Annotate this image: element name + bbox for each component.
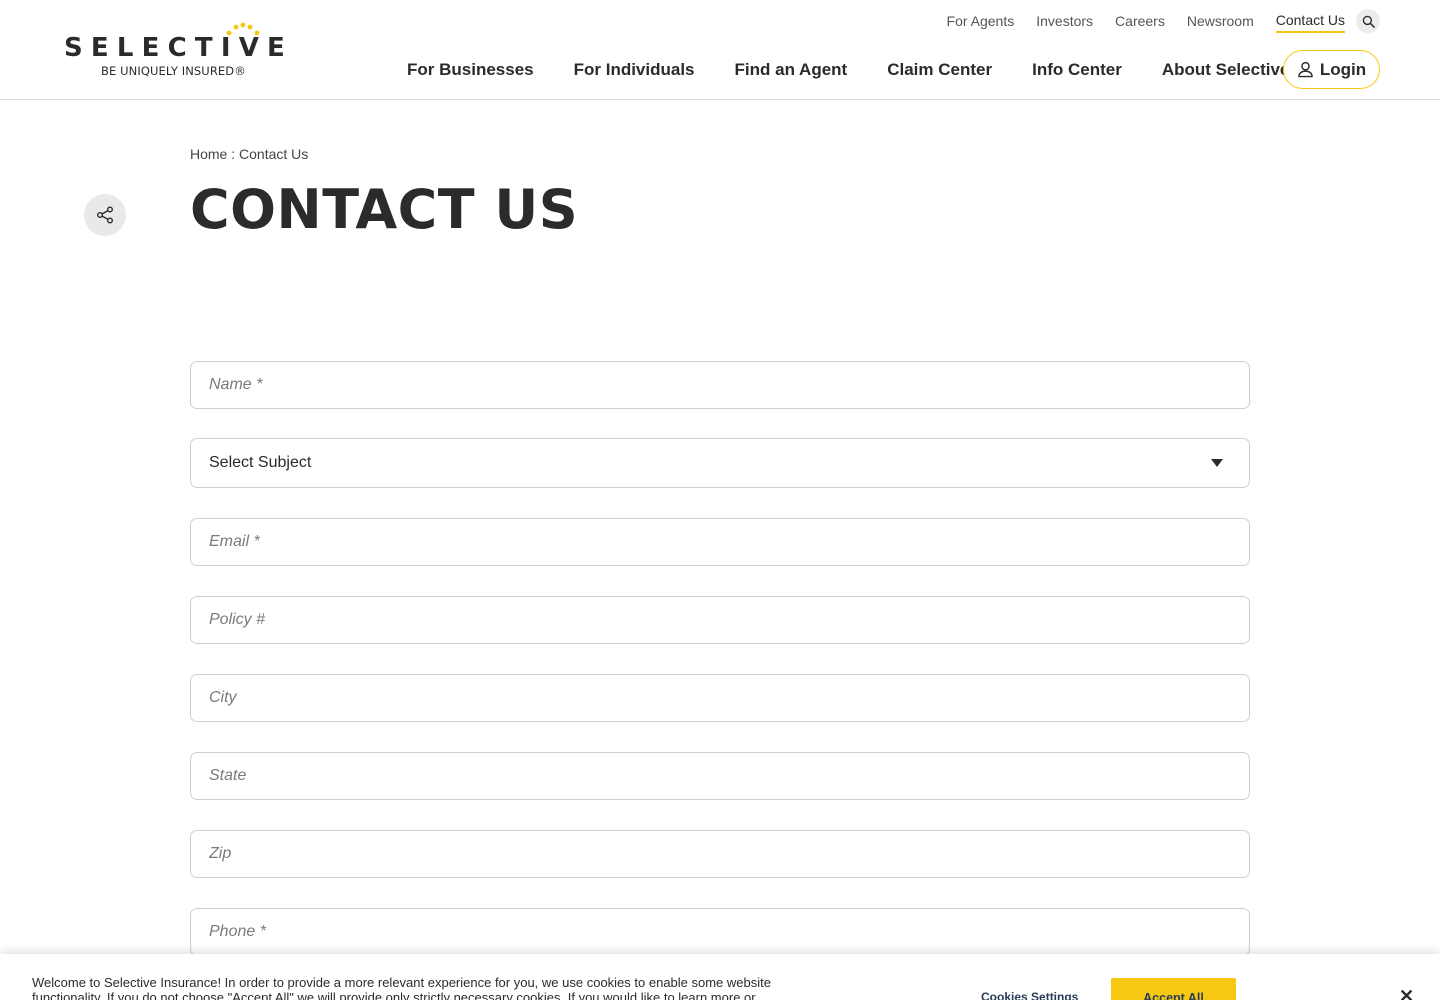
logo-wordmark: SELECTIVE	[64, 33, 293, 63]
email-input[interactable]	[209, 519, 1249, 565]
cookie-banner: Welcome to Selective Insurance! In order…	[0, 954, 1440, 1000]
nav-for-businesses[interactable]: For Businesses	[407, 58, 534, 82]
search-button[interactable]	[1356, 9, 1380, 33]
policy-number-input[interactable]	[209, 597, 1249, 643]
close-icon[interactable]: ✕	[1399, 986, 1414, 1000]
policy-field-wrapper	[190, 596, 1250, 644]
main-nav: For Businesses For Individuals Find an A…	[407, 58, 1329, 82]
email-field-wrapper	[190, 518, 1250, 566]
logo-tagline: BE UNIQUELY INSURED®	[101, 64, 246, 78]
nav-claim-center[interactable]: Claim Center	[887, 58, 992, 82]
state-input[interactable]	[209, 753, 1249, 799]
site-header: SELECTIVE BE UNIQUELY INSURED® For Agent…	[0, 0, 1440, 100]
util-link-newsroom[interactable]: Newsroom	[1187, 11, 1254, 31]
login-label: Login	[1319, 59, 1367, 79]
state-field-wrapper	[190, 752, 1250, 800]
breadcrumb[interactable]: Home : Contact Us	[190, 146, 308, 162]
nav-info-center[interactable]: Info Center	[1032, 58, 1122, 82]
share-icon	[97, 206, 113, 224]
phone-field-wrapper	[190, 908, 1250, 956]
nav-find-an-agent[interactable]: Find an Agent	[735, 58, 848, 82]
phone-input[interactable]	[209, 909, 1249, 955]
page-title: CONTACT US	[190, 178, 579, 241]
user-icon	[1298, 61, 1313, 78]
chevron-down-icon	[1211, 459, 1223, 467]
accept-all-button[interactable]: Accept All	[1111, 978, 1236, 1000]
city-input[interactable]	[209, 675, 1249, 721]
util-link-contact-us[interactable]: Contact Us	[1275, 10, 1345, 33]
selective-logo[interactable]: SELECTIVE BE UNIQUELY INSURED®	[64, 22, 285, 80]
subject-select[interactable]: Select Subject	[190, 438, 1250, 488]
nav-about-selective[interactable]: About Selective	[1162, 58, 1290, 82]
login-button[interactable]: Login	[1283, 50, 1380, 89]
subject-select-value: Select Subject	[209, 454, 312, 471]
util-link-investors[interactable]: Investors	[1036, 11, 1093, 31]
utility-nav: For Agents Investors Careers Newsroom Co…	[925, 9, 1380, 33]
nav-for-individuals[interactable]: For Individuals	[574, 58, 695, 82]
util-link-careers[interactable]: Careers	[1115, 11, 1165, 31]
cookies-settings-button[interactable]: Cookies Settings	[981, 990, 1078, 1000]
name-input[interactable]	[209, 362, 1249, 408]
search-icon	[1362, 15, 1375, 28]
city-field-wrapper	[190, 674, 1250, 722]
util-link-for-agents[interactable]: For Agents	[947, 11, 1015, 31]
name-field-wrapper	[190, 361, 1250, 409]
zip-field-wrapper	[190, 830, 1250, 878]
share-button[interactable]	[84, 194, 126, 236]
cookie-banner-text: Welcome to Selective Insurance! In order…	[32, 975, 771, 1000]
zip-input[interactable]	[209, 831, 1249, 877]
